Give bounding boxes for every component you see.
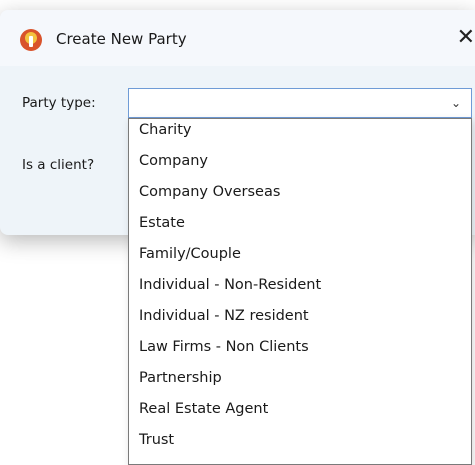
option-family-couple[interactable]: Family/Couple (139, 246, 241, 262)
window-title: Create New Party (56, 30, 187, 48)
option-real-estate-agent[interactable]: Real Estate Agent (139, 401, 268, 417)
close-button[interactable]: ✕ (441, 24, 475, 52)
option-individual-non-resident[interactable]: Individual - Non-Resident (139, 277, 321, 293)
is-client-label: Is a client? (22, 157, 95, 173)
chevron-down-icon: ⌄ (450, 96, 461, 110)
party-type-select[interactable]: ⌄ (128, 88, 472, 118)
party-type-label: Party type: (22, 95, 96, 111)
option-estate[interactable]: Estate (139, 215, 185, 231)
option-trust[interactable]: Trust (139, 432, 174, 448)
option-company-overseas[interactable]: Company Overseas (139, 184, 280, 200)
title-bar: Create New Party ✕ (0, 10, 475, 66)
option-individual-nz-resident[interactable]: Individual - NZ resident (139, 308, 309, 324)
option-law-firms-non-clients[interactable]: Law Firms - Non Clients (139, 339, 309, 355)
party-type-dropdown-list: Charity Company Company Overseas Estate … (128, 118, 472, 465)
option-partnership[interactable]: Partnership (139, 370, 222, 386)
option-company[interactable]: Company (139, 153, 208, 169)
option-charity[interactable]: Charity (139, 122, 191, 138)
screen: Create New Party ✕ Party type: Is a clie… (0, 0, 475, 465)
app-logo-icon (20, 29, 42, 51)
